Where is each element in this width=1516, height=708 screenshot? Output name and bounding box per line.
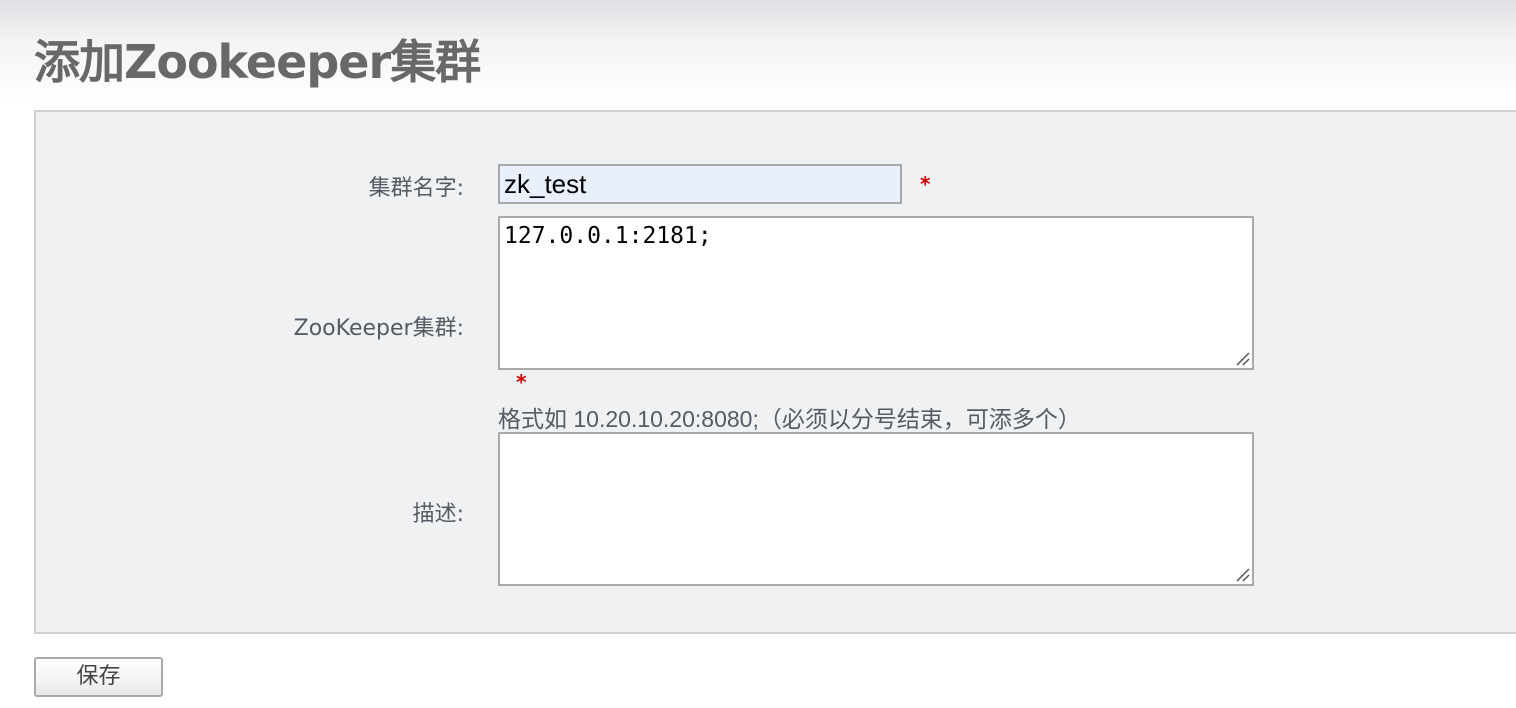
resize-grip-icon[interactable] [1234, 566, 1250, 582]
zk-cluster-textarea[interactable]: 127.0.0.1:2181; [498, 216, 1254, 370]
description-label: 描述: [412, 502, 464, 527]
zk-cluster-format-hint: 格式如 10.20.10.20:8080;（必须以分号结束，可添多个） [498, 406, 1081, 432]
description-textarea[interactable] [498, 432, 1254, 586]
save-button[interactable]: 保存 [34, 657, 163, 697]
resize-grip-icon[interactable] [1234, 350, 1250, 366]
cluster-name-label: 集群名字: [368, 176, 464, 201]
form-panel: 集群名字: zk_test * ZooKeeper集群: 127.0.0.1:2… [34, 110, 1516, 634]
zk-cluster-required-mark: * [516, 370, 527, 394]
cluster-name-required-mark: * [920, 172, 931, 196]
zk-cluster-label: ZooKeeper集群: [293, 316, 464, 341]
zk-cluster-value: 127.0.0.1:2181; [504, 223, 712, 249]
cluster-name-input[interactable]: zk_test [498, 164, 902, 204]
page-title: 添加Zookeeper集群 [34, 35, 481, 89]
